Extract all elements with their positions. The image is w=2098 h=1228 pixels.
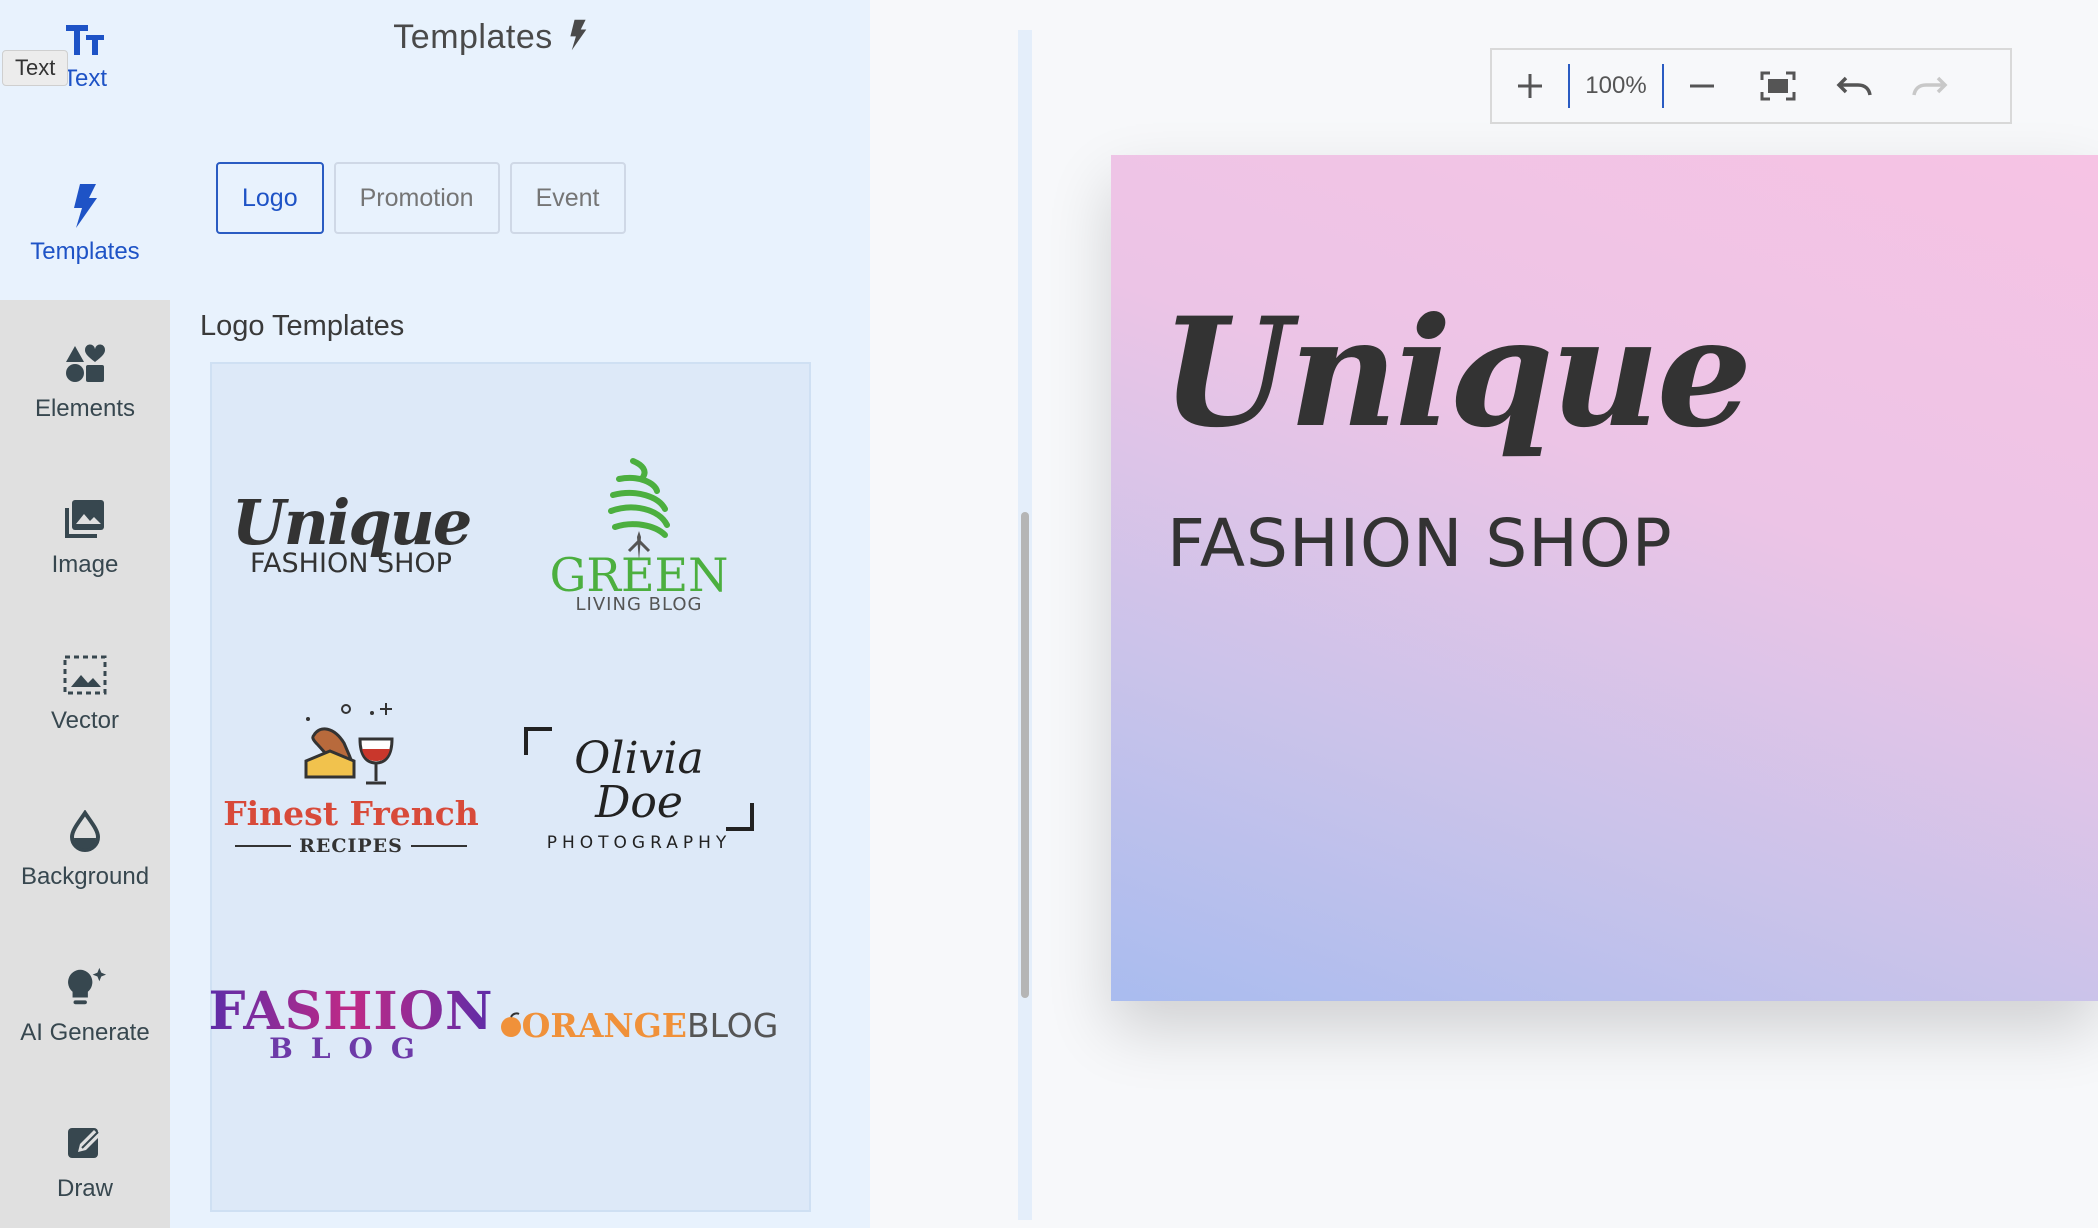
shapes-icon — [63, 341, 107, 385]
bolt-icon — [569, 19, 587, 60]
canvas-script-text[interactable]: Unique — [1161, 285, 1752, 461]
tab-event[interactable]: Event — [509, 162, 626, 234]
redo-button[interactable] — [1892, 50, 1968, 122]
rail-item-label: Elements — [34, 395, 136, 422]
rail-item-label: Image — [51, 551, 119, 578]
template-title: Finest French — [223, 794, 479, 834]
tab-promotion[interactable]: Promotion — [333, 162, 500, 234]
template-title: GREEN — [549, 548, 729, 602]
rail-item-label: Vector — [50, 707, 120, 734]
panel-title: Templates — [393, 18, 553, 56]
bolt-icon — [63, 184, 107, 228]
undo-icon — [1836, 76, 1872, 96]
template-tabs: Logo Promotion Event — [216, 162, 626, 234]
left-rail: Text Templates Elements Image Vector Bac… — [0, 0, 170, 1228]
template-fashion-blog[interactable]: FASHION BLOG — [208, 910, 492, 1140]
template-finest-french[interactable]: Finest French RECIPES — [216, 664, 486, 894]
template-subtitle: BLOG — [686, 1005, 779, 1045]
template-title: FASHION — [208, 980, 494, 1042]
panel-header: Templates — [170, 18, 810, 60]
corner-bracket — [524, 727, 552, 755]
template-title: Unique — [231, 485, 473, 559]
minus-icon — [1690, 84, 1714, 88]
rail-item-label: Text — [62, 65, 107, 92]
corner-bracket — [726, 803, 754, 831]
fit-screen-button[interactable] — [1740, 50, 1816, 122]
vector-icon — [63, 653, 107, 697]
undo-button[interactable] — [1816, 50, 1892, 122]
fit-screen-icon — [1760, 71, 1796, 101]
template-grid: Unique FASHION SHOP GREEN LIVING BLOG Fi… — [208, 362, 811, 1212]
template-olivia-doe[interactable]: Olivia Doe PHOTOGRAPHY — [504, 664, 774, 894]
pen-icon — [63, 1121, 107, 1165]
redo-icon — [1912, 76, 1948, 96]
text-icon — [63, 17, 107, 61]
rail-item-label: AI Generate — [20, 1019, 150, 1046]
template-subtitle: LIVING BLOG — [575, 594, 703, 615]
design-canvas[interactable]: Unique FASHION SHOP — [1111, 155, 2098, 1001]
zoom-toolbar: 100% — [1490, 48, 2012, 124]
zoom-in-button[interactable] — [1492, 50, 1568, 122]
tooltip: Text — [2, 50, 69, 86]
templates-panel: Templates Logo Promotion Event Logo Temp… — [170, 0, 1032, 1228]
template-subtitle: RECIPES — [299, 834, 403, 857]
lightbulb-sparkle-icon — [63, 965, 107, 1009]
rail-item-draw[interactable]: Draw — [0, 1084, 170, 1228]
rail-item-ai-generate[interactable]: AI Generate — [0, 928, 170, 1084]
orange-icon — [500, 1012, 521, 1037]
rail-item-label: Draw — [56, 1175, 113, 1202]
template-green-living[interactable]: GREEN LIVING BLOG — [504, 420, 774, 650]
template-title: Olivia Doe — [574, 733, 704, 828]
template-unique-fashion[interactable]: Unique FASHION SHOP — [216, 420, 486, 650]
template-subtitle: FASHION SHOP — [250, 547, 452, 579]
image-icon — [63, 497, 107, 541]
tab-logo[interactable]: Logo — [216, 162, 324, 234]
rail-item-background[interactable]: Background — [0, 772, 170, 928]
rail-item-image[interactable]: Image — [0, 460, 170, 616]
template-subtitle: PHOTOGRAPHY — [546, 833, 732, 853]
rail-item-templates[interactable]: Templates — [0, 150, 170, 300]
zoom-out-button[interactable] — [1664, 50, 1740, 122]
canvas-subtitle-text[interactable]: FASHION SHOP — [1167, 505, 1673, 582]
rail-item-vector[interactable]: Vector — [0, 616, 170, 772]
section-title: Logo Templates — [200, 310, 405, 342]
bread-wine-icon — [304, 703, 394, 785]
drop-icon — [63, 809, 107, 853]
rail-item-elements[interactable]: Elements — [0, 304, 170, 460]
scrollbar-thumb[interactable] — [1021, 512, 1029, 998]
rail-item-label: Background — [20, 863, 150, 890]
rail-item-label: Templates — [30, 238, 140, 265]
template-title: ORANGE — [521, 1005, 687, 1045]
template-orange-blog[interactable]: ORANGE BLOG — [500, 910, 778, 1140]
zoom-level: 100% — [1585, 72, 1647, 99]
plus-icon — [1518, 74, 1542, 98]
